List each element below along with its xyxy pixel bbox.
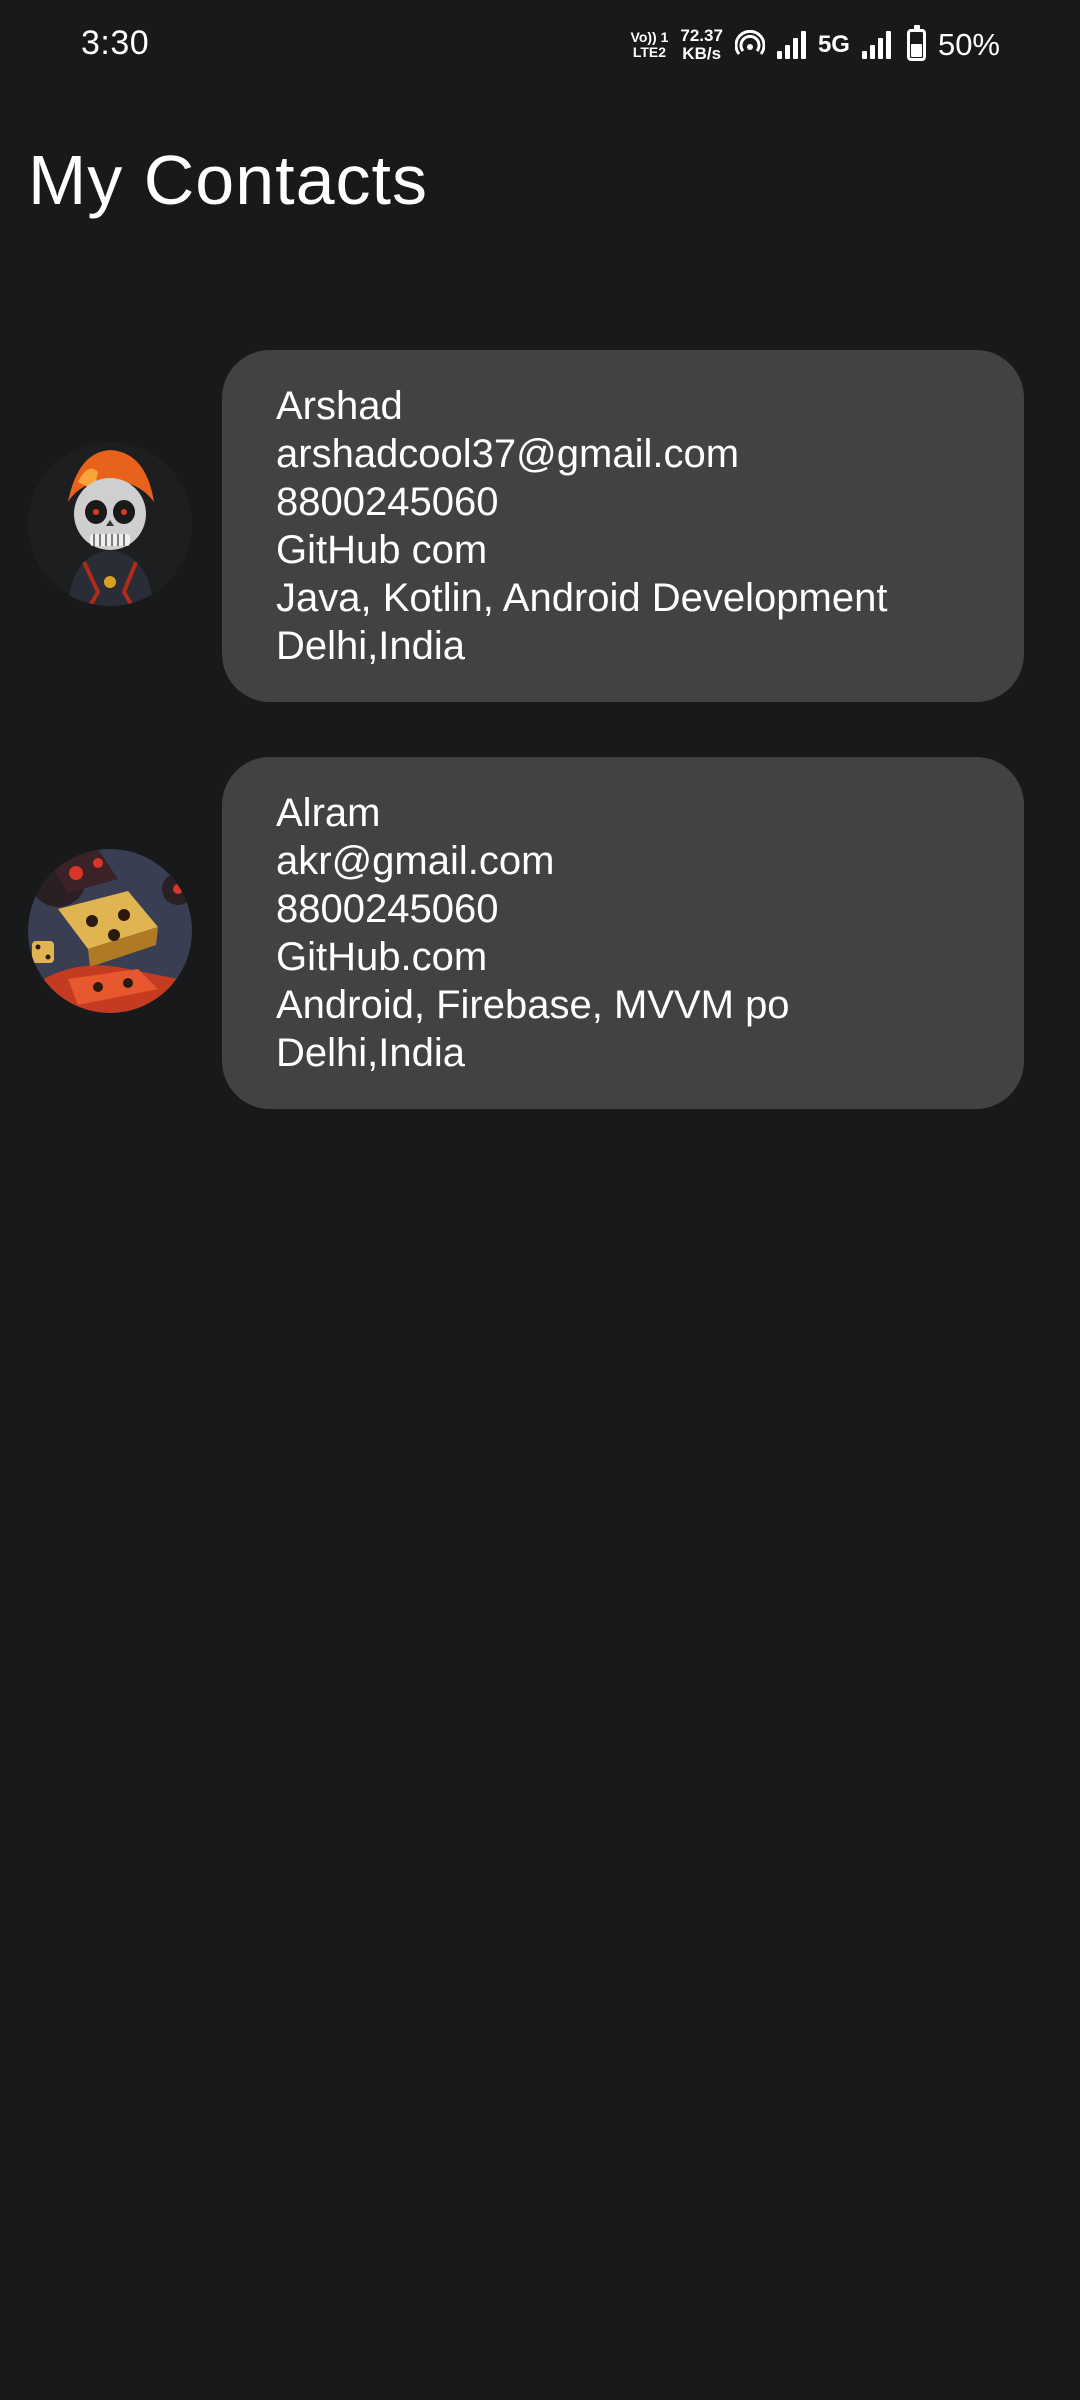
contact-card[interactable]: Arshad arshadcool37@gmail.com 8800245060… bbox=[222, 350, 1024, 702]
skull-avatar-icon[interactable] bbox=[28, 442, 192, 606]
signal-icon bbox=[776, 31, 806, 59]
battery-icon bbox=[906, 25, 926, 61]
contact-skills: Java, Kotlin, Android Development bbox=[276, 576, 888, 620]
contact-skills: Android, Firebase, MVVM po bbox=[276, 983, 790, 1027]
network-speed: 72.37 KB/s bbox=[680, 27, 723, 63]
contact-location: Delhi,India bbox=[276, 1031, 466, 1075]
speed-unit: KB/s bbox=[682, 44, 722, 63]
page-title: My Contacts bbox=[28, 141, 428, 219]
battery-percent: 50% bbox=[937, 27, 1000, 62]
hotspot-icon bbox=[734, 30, 765, 55]
contact-email: arshadcool37@gmail.com bbox=[276, 432, 740, 476]
contact-link: GitHub.com bbox=[276, 935, 488, 979]
network-type: 5G bbox=[817, 31, 850, 58]
contact-location: Delhi,India bbox=[276, 624, 466, 668]
contact-phone: 8800245060 bbox=[276, 887, 499, 931]
contact-card[interactable]: Alram akr@gmail.com 8800245060 GitHub.co… bbox=[222, 757, 1024, 1109]
speed-value: 72.37 bbox=[680, 26, 723, 45]
battery-fill bbox=[910, 44, 922, 57]
lte-label: LTE2 bbox=[632, 44, 667, 60]
signal-icon-2 bbox=[861, 31, 891, 59]
volte-label: Vo)) 1 bbox=[630, 29, 669, 45]
contact-phone: 8800245060 bbox=[276, 480, 499, 524]
contact-name: Alram bbox=[276, 791, 381, 835]
status-time: 3:30 bbox=[81, 24, 150, 62]
status-icons: Vo)) 1 LTE2 72.37 KB/s 5G 50% bbox=[631, 22, 1000, 68]
contact-name: Arshad bbox=[276, 384, 403, 428]
contact-email: akr@gmail.com bbox=[276, 839, 555, 883]
status-bar: 3:30 Vo)) 1 LTE2 72.37 KB/s 5G 50% bbox=[0, 0, 1080, 90]
contact-link: GitHub com bbox=[276, 528, 488, 572]
dice-avatar-icon[interactable] bbox=[28, 849, 192, 1013]
volte-indicator: Vo)) 1 LTE2 bbox=[631, 30, 669, 60]
